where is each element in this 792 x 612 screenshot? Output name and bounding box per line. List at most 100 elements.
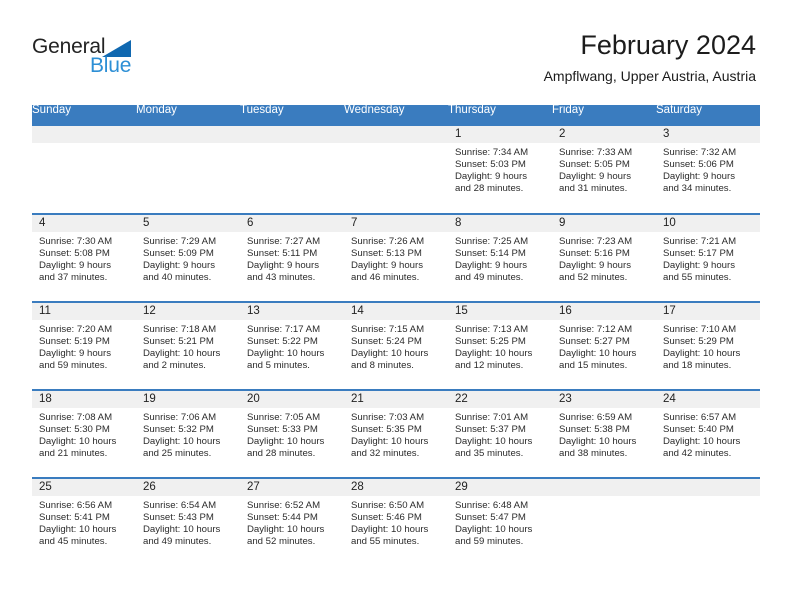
day-cell[interactable]: 24 Sunrise: 6:57 AM Sunset: 5:40 PM Dayl…: [656, 389, 760, 478]
day-number: 19: [136, 391, 240, 408]
day-cell[interactable]: 15 Sunrise: 7:13 AM Sunset: 5:25 PM Dayl…: [448, 301, 552, 390]
day-cell[interactable]: 4 Sunrise: 7:30 AM Sunset: 5:08 PM Dayli…: [32, 213, 136, 302]
daylight-text-line2: and 49 minutes.: [455, 271, 524, 283]
day-details: Sunrise: 7:01 AM Sunset: 5:37 PM Dayligh…: [448, 408, 552, 460]
day-cell[interactable]: 19 Sunrise: 7:06 AM Sunset: 5:32 PM Dayl…: [136, 389, 240, 478]
day-cell[interactable]: [552, 477, 656, 566]
day-number: 3: [656, 126, 760, 143]
sunrise-text: Sunrise: 6:57 AM: [663, 412, 737, 423]
day-details: Sunrise: 7:21 AM Sunset: 5:17 PM Dayligh…: [656, 232, 760, 284]
daylight-text-line2: and 8 minutes.: [351, 359, 414, 371]
day-cell[interactable]: 10 Sunrise: 7:21 AM Sunset: 5:17 PM Dayl…: [656, 213, 760, 302]
day-number: 11: [32, 303, 136, 320]
day-cell[interactable]: 14 Sunrise: 7:15 AM Sunset: 5:24 PM Dayl…: [344, 301, 448, 390]
day-details: [136, 143, 240, 147]
weekday-header-tuesday: Tuesday: [240, 104, 344, 126]
day-cell[interactable]: 23 Sunrise: 6:59 AM Sunset: 5:38 PM Dayl…: [552, 389, 656, 478]
daylight-text-line1: Daylight: 9 hours: [247, 259, 319, 271]
day-cell[interactable]: 9 Sunrise: 7:23 AM Sunset: 5:16 PM Dayli…: [552, 213, 656, 302]
weekday-header-wednesday: Wednesday: [344, 104, 448, 126]
sunrise-text: Sunrise: 7:21 AM: [663, 236, 737, 247]
sunset-text: Sunset: 5:24 PM: [351, 335, 422, 347]
calendar-week-row: 18 Sunrise: 7:08 AM Sunset: 5:30 PM Dayl…: [32, 389, 760, 478]
day-number: 13: [240, 303, 344, 320]
daylight-text-line1: Daylight: 10 hours: [559, 347, 637, 359]
day-number: 5: [136, 215, 240, 232]
daylight-text-line1: Daylight: 9 hours: [663, 170, 735, 182]
day-details: [32, 143, 136, 147]
sunset-text: Sunset: 5:05 PM: [559, 158, 630, 170]
day-number: 9: [552, 215, 656, 232]
daylight-text-line1: Daylight: 10 hours: [455, 523, 533, 535]
day-number: 1: [448, 126, 552, 143]
sunset-text: Sunset: 5:06 PM: [663, 158, 734, 170]
daylight-text-line1: Daylight: 10 hours: [143, 347, 221, 359]
sunset-text: Sunset: 5:25 PM: [455, 335, 526, 347]
sunset-text: Sunset: 5:37 PM: [455, 423, 526, 435]
day-cell[interactable]: [344, 126, 448, 214]
weekday-header-sunday: Sunday: [32, 104, 136, 126]
sunset-text: Sunset: 5:29 PM: [663, 335, 734, 347]
day-details: Sunrise: 7:13 AM Sunset: 5:25 PM Dayligh…: [448, 320, 552, 372]
calendar-week-row: 1 Sunrise: 7:34 AM Sunset: 5:03 PM Dayli…: [32, 126, 760, 214]
day-cell[interactable]: 3 Sunrise: 7:32 AM Sunset: 5:06 PM Dayli…: [656, 126, 760, 214]
day-number: [32, 126, 136, 143]
day-number: 12: [136, 303, 240, 320]
daylight-text-line2: and 31 minutes.: [559, 182, 628, 194]
sunrise-text: Sunrise: 6:59 AM: [559, 412, 633, 423]
day-details: [344, 143, 448, 147]
daylight-text-line1: Daylight: 9 hours: [559, 259, 631, 271]
day-cell[interactable]: [240, 126, 344, 214]
day-cell[interactable]: 6 Sunrise: 7:27 AM Sunset: 5:11 PM Dayli…: [240, 213, 344, 302]
sunset-text: Sunset: 5:19 PM: [39, 335, 110, 347]
day-cell[interactable]: 27 Sunrise: 6:52 AM Sunset: 5:44 PM Dayl…: [240, 477, 344, 566]
day-details: Sunrise: 7:06 AM Sunset: 5:32 PM Dayligh…: [136, 408, 240, 460]
day-cell[interactable]: 17 Sunrise: 7:10 AM Sunset: 5:29 PM Dayl…: [656, 301, 760, 390]
calendar-page: General Blue February 2024 Ampflwang, Up…: [0, 0, 792, 612]
page-title: February 2024: [580, 30, 756, 60]
daylight-text-line1: Daylight: 9 hours: [143, 259, 215, 271]
day-details: [552, 496, 656, 500]
daylight-text-line2: and 35 minutes.: [455, 447, 524, 459]
sunrise-text: Sunrise: 6:48 AM: [455, 500, 529, 511]
day-number: [552, 479, 656, 496]
day-cell[interactable]: 28 Sunrise: 6:50 AM Sunset: 5:46 PM Dayl…: [344, 477, 448, 566]
day-cell[interactable]: 7 Sunrise: 7:26 AM Sunset: 5:13 PM Dayli…: [344, 213, 448, 302]
day-cell[interactable]: 2 Sunrise: 7:33 AM Sunset: 5:05 PM Dayli…: [552, 126, 656, 214]
day-cell[interactable]: [656, 477, 760, 566]
day-cell[interactable]: 18 Sunrise: 7:08 AM Sunset: 5:30 PM Dayl…: [32, 389, 136, 478]
day-number: 20: [240, 391, 344, 408]
day-number: [656, 479, 760, 496]
calendar-week-row: 11 Sunrise: 7:20 AM Sunset: 5:19 PM Dayl…: [32, 301, 760, 390]
day-cell[interactable]: 11 Sunrise: 7:20 AM Sunset: 5:19 PM Dayl…: [32, 301, 136, 390]
day-cell[interactable]: 16 Sunrise: 7:12 AM Sunset: 5:27 PM Dayl…: [552, 301, 656, 390]
day-cell[interactable]: 29 Sunrise: 6:48 AM Sunset: 5:47 PM Dayl…: [448, 477, 552, 566]
daylight-text-line1: Daylight: 10 hours: [663, 435, 741, 447]
day-cell[interactable]: 22 Sunrise: 7:01 AM Sunset: 5:37 PM Dayl…: [448, 389, 552, 478]
day-details: Sunrise: 6:54 AM Sunset: 5:43 PM Dayligh…: [136, 496, 240, 548]
weekday-header-monday: Monday: [136, 104, 240, 126]
day-cell[interactable]: 13 Sunrise: 7:17 AM Sunset: 5:22 PM Dayl…: [240, 301, 344, 390]
day-cell[interactable]: [32, 126, 136, 214]
sunrise-text: Sunrise: 6:52 AM: [247, 500, 321, 511]
day-cell[interactable]: 21 Sunrise: 7:03 AM Sunset: 5:35 PM Dayl…: [344, 389, 448, 478]
day-cell[interactable]: 8 Sunrise: 7:25 AM Sunset: 5:14 PM Dayli…: [448, 213, 552, 302]
day-cell[interactable]: 20 Sunrise: 7:05 AM Sunset: 5:33 PM Dayl…: [240, 389, 344, 478]
day-number: 17: [656, 303, 760, 320]
day-cell[interactable]: 12 Sunrise: 7:18 AM Sunset: 5:21 PM Dayl…: [136, 301, 240, 390]
day-cell[interactable]: [136, 126, 240, 214]
day-cell[interactable]: 5 Sunrise: 7:29 AM Sunset: 5:09 PM Dayli…: [136, 213, 240, 302]
sunset-text: Sunset: 5:46 PM: [351, 511, 422, 523]
daylight-text-line2: and 45 minutes.: [39, 535, 108, 547]
daylight-text-line1: Daylight: 9 hours: [663, 259, 735, 271]
general-blue-logo[interactable]: General Blue: [32, 36, 162, 84]
day-cell[interactable]: 25 Sunrise: 6:56 AM Sunset: 5:41 PM Dayl…: [32, 477, 136, 566]
day-details: Sunrise: 7:29 AM Sunset: 5:09 PM Dayligh…: [136, 232, 240, 284]
day-cell[interactable]: 1 Sunrise: 7:34 AM Sunset: 5:03 PM Dayli…: [448, 126, 552, 214]
daylight-text-line1: Daylight: 10 hours: [455, 347, 533, 359]
daylight-text-line2: and 49 minutes.: [143, 535, 212, 547]
daylight-text-line1: Daylight: 10 hours: [143, 435, 221, 447]
day-cell[interactable]: 26 Sunrise: 6:54 AM Sunset: 5:43 PM Dayl…: [136, 477, 240, 566]
day-number: 25: [32, 479, 136, 496]
sunrise-text: Sunrise: 7:25 AM: [455, 236, 529, 247]
